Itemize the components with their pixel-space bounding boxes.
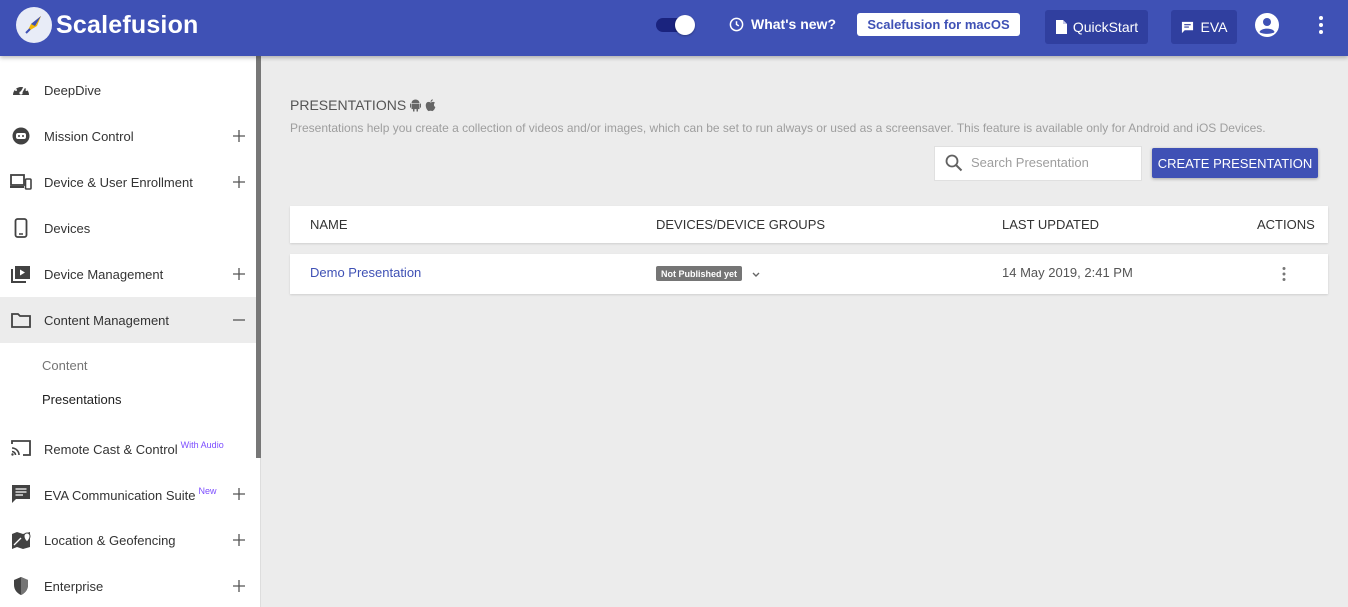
more-vert-icon[interactable] bbox=[1313, 15, 1329, 40]
page-title: PRESENTATIONS bbox=[290, 97, 436, 113]
folder-icon bbox=[10, 309, 32, 331]
last-updated-value: 14 May 2019, 2:41 PM bbox=[1002, 265, 1133, 280]
column-header-last-updated[interactable]: LAST UPDATED bbox=[1002, 217, 1099, 232]
account-circle-icon[interactable] bbox=[1255, 13, 1279, 42]
smartphone-icon bbox=[10, 217, 32, 239]
sidebar-item-remote-cast-control[interactable]: Remote Cast & Control With Audio bbox=[0, 425, 256, 471]
expand-plus-icon[interactable] bbox=[232, 129, 246, 143]
table-row: Demo Presentation Not Published yet 14 M… bbox=[290, 254, 1328, 294]
sidebar-item-deepdive[interactable]: DeepDive bbox=[0, 67, 256, 113]
search-input[interactable] bbox=[971, 155, 1137, 170]
quickstart-label: QuickStart bbox=[1072, 19, 1139, 35]
sidebar-item-mission-control[interactable]: Mission Control bbox=[0, 113, 256, 159]
whats-new-label: What's new? bbox=[751, 16, 836, 32]
sidebar-item-label: Location & Geofencing bbox=[44, 532, 176, 548]
presentation-name-link[interactable]: Demo Presentation bbox=[310, 265, 421, 280]
document-icon bbox=[1055, 20, 1067, 34]
expand-plus-icon[interactable] bbox=[232, 533, 246, 547]
expand-plus-icon[interactable] bbox=[232, 267, 246, 281]
sidebar-item-label: Device Management bbox=[44, 266, 164, 282]
chat-icon bbox=[1181, 21, 1193, 33]
sidebar-item-content-management[interactable]: Content Management bbox=[0, 297, 256, 343]
toggle-knob bbox=[675, 15, 695, 35]
sidebar-item-label: Devices bbox=[44, 220, 91, 236]
with-audio-tag: With Audio bbox=[180, 439, 224, 450]
expand-plus-icon[interactable] bbox=[232, 579, 246, 593]
new-tag: New bbox=[198, 485, 217, 496]
sidebar-item-label: Remote Cast & Control With Audio bbox=[44, 440, 224, 457]
apple-icon bbox=[425, 98, 436, 111]
brand-logo[interactable]: Scalefusion bbox=[16, 7, 199, 43]
devices-icon bbox=[10, 171, 32, 193]
column-header-devices: DEVICES/DEVICE GROUPS bbox=[656, 217, 826, 232]
collapse-minus-icon[interactable] bbox=[232, 313, 246, 327]
map-pin-icon bbox=[10, 529, 32, 551]
sidebar-item-label: DeepDive bbox=[44, 82, 102, 98]
speedometer-icon bbox=[10, 79, 32, 101]
create-presentation-button[interactable]: CREATE PRESENTATION bbox=[1152, 148, 1318, 178]
sidebar-item-label: Enterprise bbox=[44, 578, 104, 594]
status-badge: Not Published yet bbox=[656, 266, 743, 281]
message-icon bbox=[10, 483, 32, 505]
search-icon bbox=[945, 154, 963, 172]
column-header-actions: ACTIONS bbox=[1257, 217, 1315, 232]
chevron-down-icon[interactable] bbox=[751, 266, 761, 284]
sidebar-item-enterprise[interactable]: Enterprise bbox=[0, 563, 256, 607]
sidebar-item-text: Remote Cast & Control bbox=[44, 441, 178, 457]
theme-toggle[interactable] bbox=[656, 14, 696, 35]
sidebar-scrollbar[interactable] bbox=[256, 56, 261, 458]
column-header-name[interactable]: NAME bbox=[310, 217, 348, 232]
android-icon bbox=[410, 99, 422, 111]
eva-button[interactable]: EVA bbox=[1171, 10, 1237, 44]
sidebar-item-location-geofencing[interactable]: Location & Geofencing bbox=[0, 517, 256, 563]
cast-icon bbox=[10, 437, 32, 459]
robot-icon bbox=[10, 125, 32, 147]
sidebar-item-label: Content Management bbox=[44, 312, 170, 328]
sidebar-item-text: EVA Communication Suite bbox=[44, 487, 196, 503]
video-library-icon bbox=[10, 263, 32, 285]
brand-name: Scalefusion bbox=[56, 10, 199, 39]
expand-plus-icon[interactable] bbox=[232, 487, 246, 501]
search-box bbox=[934, 146, 1142, 181]
sidebar-item-label: EVA Communication Suite New bbox=[44, 486, 217, 503]
expand-plus-icon[interactable] bbox=[232, 175, 246, 189]
page-description: Presentations help you create a collecti… bbox=[290, 121, 1266, 135]
sidebar-item-label: Mission Control bbox=[44, 128, 134, 144]
sidebar-subitem-content[interactable]: Content bbox=[42, 358, 88, 373]
top-bar: Scalefusion What's new? Scalefusion for … bbox=[0, 0, 1348, 56]
scalefusion-macos-button[interactable]: Scalefusion for macOS bbox=[857, 13, 1020, 36]
shield-icon bbox=[10, 575, 32, 597]
eva-label: EVA bbox=[1200, 19, 1228, 35]
table-header: NAME DEVICES/DEVICE GROUPS LAST UPDATED … bbox=[290, 206, 1328, 243]
sidebar-item-label: Device & User Enrollment bbox=[44, 174, 193, 190]
row-actions-menu-icon[interactable] bbox=[1281, 266, 1287, 287]
rocket-logo-icon bbox=[16, 7, 52, 43]
sidebar: DeepDive Mission Control Device & User E… bbox=[0, 56, 261, 607]
page-title-text: PRESENTATIONS bbox=[290, 97, 407, 113]
sidebar-subitem-presentations[interactable]: Presentations bbox=[42, 392, 122, 407]
clock-icon bbox=[729, 17, 744, 31]
quickstart-button[interactable]: QuickStart bbox=[1045, 10, 1148, 44]
sidebar-item-device-user-enrollment[interactable]: Device & User Enrollment bbox=[0, 159, 256, 205]
whats-new-link[interactable]: What's new? bbox=[729, 16, 836, 32]
sidebar-item-devices[interactable]: Devices bbox=[0, 205, 256, 251]
sidebar-item-eva-communication-suite[interactable]: EVA Communication Suite New bbox=[0, 471, 256, 517]
sidebar-item-device-management[interactable]: Device Management bbox=[0, 251, 256, 297]
